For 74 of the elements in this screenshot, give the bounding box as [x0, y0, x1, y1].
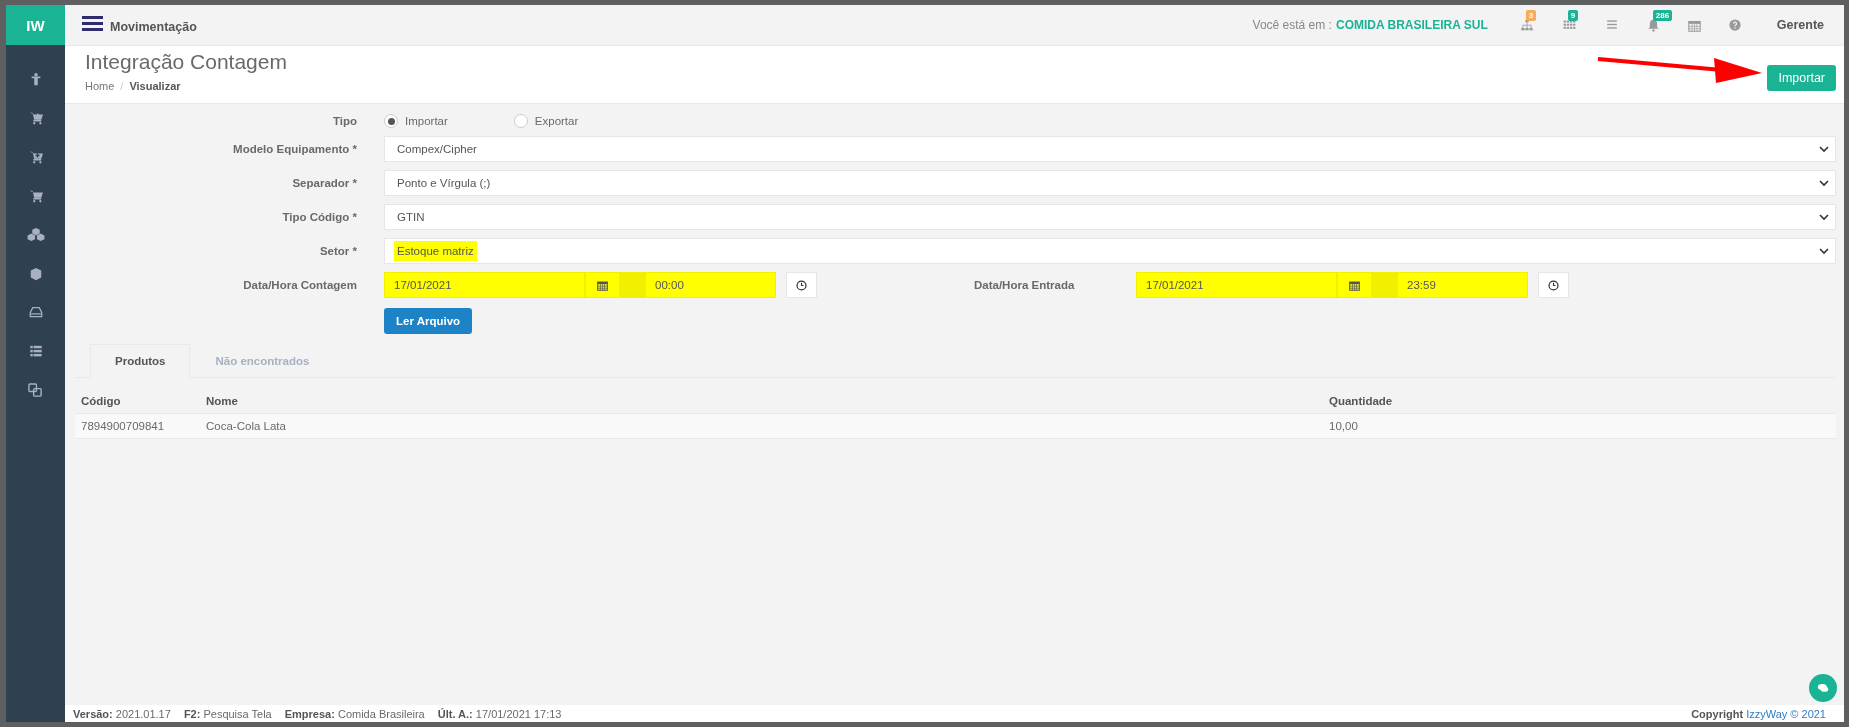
field-label: Setor * [318, 245, 358, 257]
user-menu[interactable]: Gerente [1776, 18, 1824, 32]
count-badge: 3 [1525, 9, 1537, 21]
radio-label[interactable]: Importar [405, 115, 448, 127]
calendar-icon [1349, 279, 1360, 291]
table-cell: 7894900709841 [75, 413, 200, 439]
table-cell: Coca-Cola Lata [200, 413, 1323, 439]
input-gap [1372, 272, 1397, 298]
chat-button[interactable] [1809, 674, 1837, 702]
location-label: Você está em : [1252, 18, 1332, 32]
calendar-icon [597, 279, 608, 291]
field-label: Separador * [291, 177, 358, 189]
column-header: Quantidade [1323, 389, 1836, 414]
calendar-icon[interactable] [1687, 18, 1701, 32]
count-badge: 9 [1567, 9, 1579, 21]
location-name: COMIDA BRASILEIRA SUL [1335, 18, 1488, 32]
copyright-text: Copyright IzzyWay © 2021 [1691, 707, 1826, 720]
footer-info: Versão: 2021.01.17 [73, 707, 171, 720]
field-label: Data/Hora Entrada [974, 279, 1076, 291]
time-field[interactable]: 00:00 [645, 272, 776, 298]
lines-icon[interactable] [1604, 18, 1619, 30]
column-header: Código [75, 389, 200, 414]
date-field[interactable]: 17/01/2021 [1136, 272, 1337, 298]
breadcrumb-link[interactable]: Home [85, 80, 115, 92]
field-label: Tipo Código * [281, 211, 358, 223]
tab[interactable]: Produtos [90, 344, 191, 378]
time-field[interactable]: 23:59 [1397, 272, 1528, 298]
chevron-down-icon [1819, 179, 1829, 187]
page-section-title: Movimentação [110, 20, 197, 34]
clock-icon [796, 279, 807, 291]
column-header: Nome [200, 389, 1323, 414]
select-value: GTIN [396, 210, 426, 225]
calendar-button[interactable] [1337, 272, 1372, 298]
chevron-down-icon [1819, 213, 1829, 221]
clock-icon [1548, 279, 1559, 291]
radio-label[interactable]: Exportar [534, 115, 579, 127]
copy-icon[interactable] [28, 383, 43, 398]
read-file-button[interactable]: Ler Arquivo [384, 308, 473, 334]
table-cell: 10,00 [1323, 413, 1836, 439]
field-label: Data/Hora Contagem [242, 279, 358, 291]
drive-icon[interactable] [27, 306, 44, 319]
breadcrumb-current: Visualizar [129, 80, 181, 92]
clock-button[interactable] [786, 272, 817, 298]
date-field[interactable]: 17/01/2021 [384, 272, 585, 298]
list-icon[interactable] [27, 345, 44, 358]
field-label: Modelo Equipamento * [232, 143, 358, 155]
input-gap [620, 272, 645, 298]
select-field[interactable]: Compex/Cipher [384, 136, 1836, 162]
menu-icon[interactable] [82, 15, 103, 31]
chevron-down-icon [1819, 145, 1829, 153]
cubes-icon[interactable] [26, 227, 45, 242]
select-value: Estoque matriz [394, 241, 477, 261]
select-value: Compex/Cipher [396, 142, 478, 157]
radio-button[interactable] [513, 114, 528, 128]
cube-icon[interactable] [28, 266, 43, 281]
calendar-button[interactable] [585, 272, 620, 298]
field-label: Tipo [331, 115, 358, 127]
footer-info: Empresa: Comida Brasileira [284, 707, 425, 720]
chevron-down-icon [1819, 247, 1829, 255]
select-field[interactable]: Estoque matriz [384, 238, 1836, 264]
breadcrumb-separator: / [120, 80, 124, 92]
radio-button[interactable] [384, 114, 398, 128]
clock-button[interactable] [1538, 272, 1569, 298]
page-title: Integração Contagem [85, 50, 287, 74]
footer-info: Últ. A.: 17/01/2021 17:13 [437, 707, 562, 720]
select-value: Ponto e Vírgula (;) [396, 176, 492, 191]
select-field[interactable]: GTIN [384, 204, 1836, 230]
count-badge: 286 [1652, 9, 1673, 21]
select-field[interactable]: Ponto e Vírgula (;) [384, 170, 1836, 196]
grid-icon[interactable] [1561, 18, 1577, 30]
bell-icon[interactable] [1646, 18, 1660, 32]
help-icon[interactable] [1728, 18, 1741, 31]
footer-info: F2: Pesquisa Tela [183, 707, 272, 720]
chat-icon [1817, 683, 1829, 693]
